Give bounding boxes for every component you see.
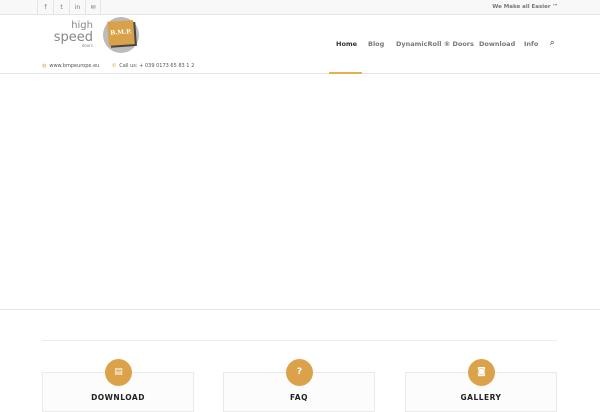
phone-icon: ✆ — [112, 63, 117, 69]
nav-download[interactable]: Download — [479, 40, 515, 48]
tagline: We Make all Easier ™ — [492, 4, 558, 10]
card-title: DOWNLOAD — [91, 393, 145, 402]
header: high speed doors B.M.P. ◍ www.bmpeurope.e… — [0, 15, 600, 74]
phone-text: Call us: + 039 0173 65 83 1 2 — [119, 63, 195, 69]
card-title: GALLERY — [460, 393, 502, 402]
card-title: FAQ — [290, 393, 308, 402]
nav-blog[interactable]: Blog — [368, 40, 384, 48]
linkedin-icon[interactable]: in — [69, 0, 85, 15]
website-text: www.bmpeurope.eu — [49, 63, 100, 69]
nav-home[interactable]: Home — [336, 40, 357, 48]
top-bar: f t in ✉ We Make all Easier ™ — [0, 0, 600, 15]
document-icon[interactable]: ▤ — [105, 359, 132, 386]
search-icon[interactable]: ⌕ — [550, 38, 554, 48]
twitter-icon[interactable]: t — [53, 0, 69, 15]
mail-icon[interactable]: ✉ — [85, 0, 101, 15]
nav-info[interactable]: Info — [524, 40, 538, 48]
main-content-area — [0, 74, 600, 310]
nav-dynamicroll-doors[interactable]: DynamicRoll ® Doors — [396, 40, 474, 48]
bmp-logo-badge[interactable]: B.M.P. — [103, 17, 139, 53]
globe-icon: ◍ — [42, 63, 47, 69]
logo[interactable]: high speed doors — [53, 21, 93, 48]
website-contact[interactable]: ◍ www.bmpeurope.eu — [42, 63, 99, 69]
phone-contact[interactable]: ✆ Call us: + 039 0173 65 83 1 2 — [112, 63, 194, 69]
divider — [42, 340, 557, 341]
facebook-icon[interactable]: f — [37, 0, 53, 15]
bmp-logo-text: B.M.P. — [107, 20, 135, 46]
camera-icon[interactable]: ◙ — [468, 359, 495, 386]
question-icon[interactable]: ? — [286, 359, 313, 386]
